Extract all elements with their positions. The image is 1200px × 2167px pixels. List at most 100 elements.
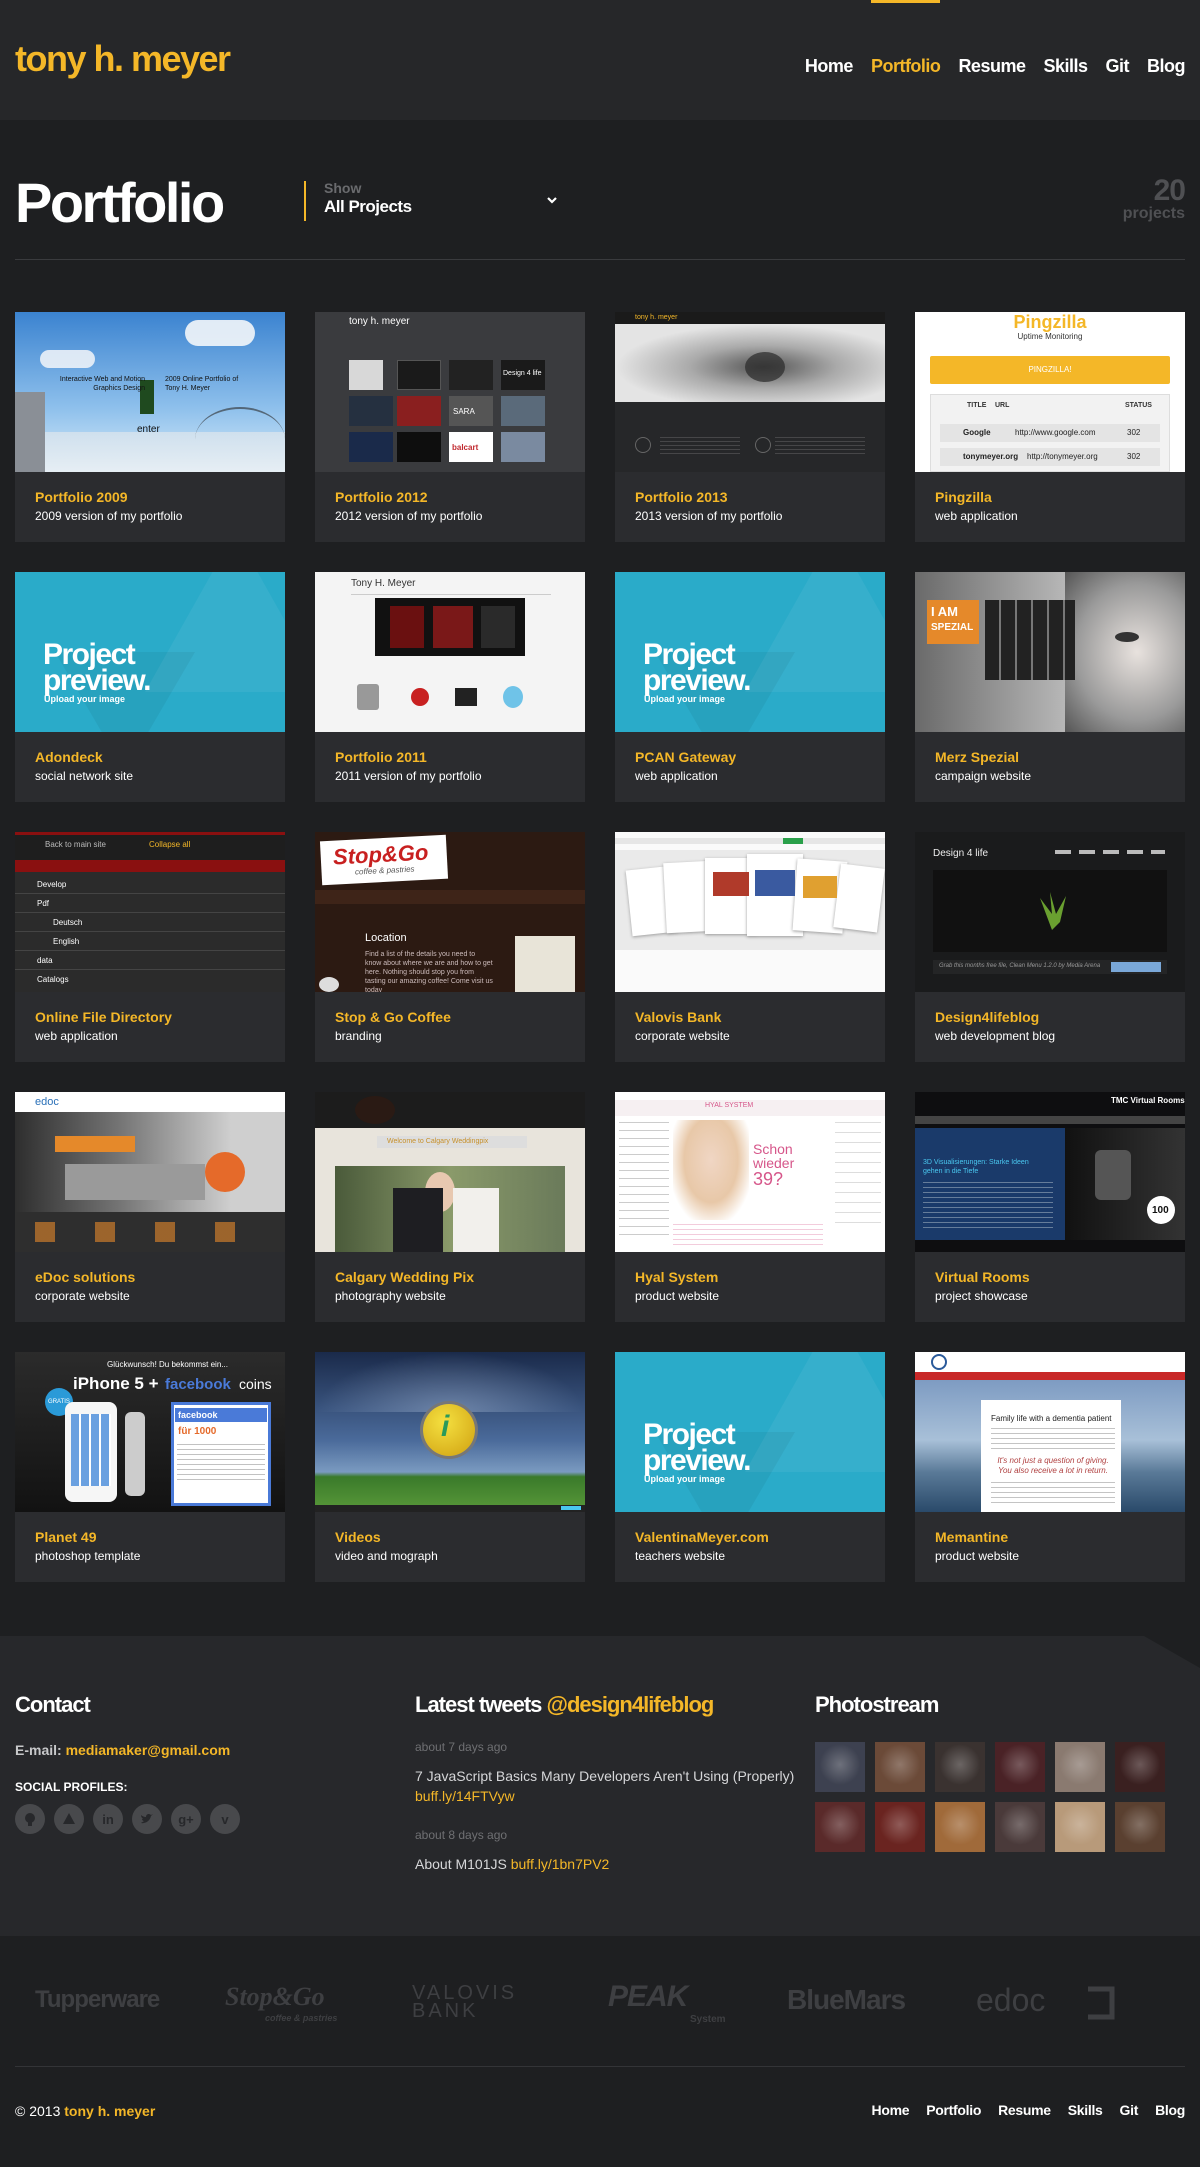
photostream-photo[interactable]: [815, 1802, 865, 1852]
project-card[interactable]: Design 4 life Grab this months free file…: [915, 832, 1185, 1062]
linkedin-icon[interactable]: in: [93, 1804, 123, 1834]
project-title: Videos: [335, 1529, 381, 1545]
project-card[interactable]: Back to main site Collapse all Develop P…: [15, 832, 285, 1062]
site-logo[interactable]: tony h. meyer: [15, 38, 231, 80]
nav-git[interactable]: Git: [1106, 56, 1130, 77]
project-thumbnail: tony h. meyer Design 4 life SARA balcart: [315, 312, 585, 472]
thumb-text: iPhone 5 +: [73, 1374, 159, 1393]
project-card[interactable]: Interactive Web and Motion Graphics Desi…: [15, 312, 285, 542]
footer-nav-blog[interactable]: Blog: [1155, 2102, 1185, 2118]
thumb-text: SARA: [453, 407, 475, 416]
thumb-text: facebook: [178, 1410, 218, 1420]
site-header: tony h. meyer Home Portfolio Resume Skil…: [0, 0, 1200, 120]
project-card[interactable]: tony h. meyer Portfolio 2013 2013 versio…: [615, 312, 885, 542]
twitter-icon[interactable]: [132, 1804, 162, 1834]
thumb-text: facebook: [165, 1376, 231, 1393]
thumb-text: Develop: [37, 880, 67, 889]
tweet-date: about 7 days ago: [415, 1740, 508, 1754]
main-nav: Home Portfolio Resume Skills Git Blog: [805, 0, 1186, 77]
nav-resume[interactable]: Resume: [958, 56, 1026, 77]
project-title: eDoc solutions: [35, 1269, 136, 1285]
nav-skills[interactable]: Skills: [1043, 56, 1088, 77]
project-card[interactable]: Family life with a dementia patient It's…: [915, 1352, 1185, 1582]
project-thumbnail: Back to main site Collapse all Develop P…: [15, 832, 285, 992]
email-label: E-mail:: [15, 1742, 62, 1758]
thumb-text: Collapse all: [149, 840, 191, 849]
thumb-text: Find a list of the details you need to k…: [365, 951, 493, 992]
twitter-handle-link[interactable]: @design4lifeblog: [547, 1692, 715, 1717]
copyright: © 2013 tony h. meyer: [15, 2103, 156, 2119]
photostream-photo[interactable]: [1115, 1802, 1165, 1852]
nav-home[interactable]: Home: [805, 56, 854, 77]
project-card[interactable]: Welcome to Calgary Weddingpix Calgary We…: [315, 1092, 585, 1322]
thumb-text: Uptime Monitoring: [1017, 332, 1083, 341]
thumb-text: tony h. meyer: [349, 316, 410, 327]
footer-nav-resume[interactable]: Resume: [998, 2102, 1051, 2118]
vimeo-icon[interactable]: v: [210, 1804, 240, 1834]
project-card[interactable]: HYAL SYSTEM Schon wieder 39? Hyal System…: [615, 1092, 885, 1322]
project-title: ValentinaMeyer.com: [635, 1529, 769, 1545]
footer-nav-skills[interactable]: Skills: [1068, 2102, 1103, 2118]
nav-portfolio[interactable]: Portfolio: [870, 0, 941, 77]
project-card[interactable]: edoc eDoc solutions corporate website: [15, 1092, 285, 1322]
photostream-photo[interactable]: [995, 1802, 1045, 1852]
project-card[interactable]: Project preview. Upload your image Adonde…: [15, 572, 285, 802]
project-thumbnail: Glückwunsch! Du bekommst ein... iPhone 5…: [15, 1352, 285, 1512]
footer-nav-portfolio[interactable]: Portfolio: [926, 2102, 981, 2118]
project-card[interactable]: Glückwunsch! Du bekommst ein... iPhone 5…: [15, 1352, 285, 1582]
thumb-text: Schon: [753, 1141, 793, 1157]
photostream-photo[interactable]: [995, 1742, 1045, 1792]
photostream-photo[interactable]: [875, 1742, 925, 1792]
photostream-photo[interactable]: [1055, 1742, 1105, 1792]
thumb-text: URL: [995, 402, 1010, 409]
photostream-photo[interactable]: [1115, 1742, 1165, 1792]
github-icon[interactable]: [15, 1804, 45, 1834]
project-card[interactable]: Pingzilla Uptime Monitoring PINGZILLA! T…: [915, 312, 1185, 542]
photostream-photo[interactable]: [875, 1802, 925, 1852]
project-title: Portfolio 2013: [635, 489, 728, 505]
preview-upload-text: Upload your image: [644, 694, 726, 704]
project-card[interactable]: Project preview. Upload your image PCAN G…: [615, 572, 885, 802]
tweet-link[interactable]: buff.ly/14FTVyw: [415, 1788, 515, 1804]
email-line: E-mail: mediamaker@gmail.com: [15, 1742, 395, 1758]
photostream-photo[interactable]: [935, 1742, 985, 1792]
photostream-photo[interactable]: [935, 1802, 985, 1852]
preview-upload-text: Upload your image: [44, 694, 126, 704]
project-card[interactable]: Tony H. Meyer Portfolio 2011 2011 versio…: [315, 572, 585, 802]
divider: [15, 2066, 1185, 2067]
portfolio-grid: Interactive Web and Motion Graphics Desi…: [15, 312, 1185, 1582]
project-thumbnail: Stop&Go coffee & pastries Location Find …: [315, 832, 585, 992]
tweet-date: about 8 days ago: [415, 1828, 508, 1842]
flickr-icon[interactable]: [54, 1804, 84, 1834]
project-thumbnail: Family life with a dementia patient It's…: [915, 1352, 1185, 1512]
thumb-text: TMC Virtual Rooms: [1111, 1096, 1185, 1105]
email-link[interactable]: mediamaker@gmail.com: [66, 1742, 231, 1758]
photostream-photo[interactable]: [1055, 1802, 1105, 1852]
social-links: in g+ v: [15, 1804, 395, 1834]
google-plus-icon[interactable]: g+: [171, 1804, 201, 1834]
footer-nav-home[interactable]: Home: [872, 2102, 910, 2118]
project-card[interactable]: TMC Virtual Rooms 3D Visualisierungen: S…: [915, 1092, 1185, 1322]
project-subtitle: 2013 version of my portfolio: [635, 509, 783, 523]
nav-blog[interactable]: Blog: [1147, 56, 1186, 77]
project-card[interactable]: Valovis Bank corporate website: [615, 832, 885, 1062]
project-title: Design4lifeblog: [935, 1009, 1040, 1025]
project-card[interactable]: Project preview. Upload your image Valent…: [615, 1352, 885, 1582]
project-filter-dropdown[interactable]: Show All Projects: [304, 181, 558, 221]
thumb-text: edoc: [35, 1096, 59, 1108]
footer-nav-git[interactable]: Git: [1120, 2102, 1139, 2118]
project-title: Hyal System: [635, 1269, 719, 1285]
thumb-text: Location: [365, 932, 407, 944]
photostream-photo[interactable]: [815, 1742, 865, 1792]
tweet-link[interactable]: buff.ly/1bn7PV2: [511, 1856, 610, 1872]
project-card[interactable]: I AM SPEZIAL Merz Spezial campaign websi…: [915, 572, 1185, 802]
project-card[interactable]: i Videos video and mograph: [315, 1352, 585, 1582]
preview-upload-text: Upload your image: [644, 1474, 726, 1484]
copyright-owner-link[interactable]: tony h. meyer: [64, 2103, 155, 2119]
thumb-text: Catalogs: [37, 975, 69, 984]
project-title: Online File Directory: [35, 1009, 172, 1025]
project-subtitle: video and mograph: [335, 1549, 438, 1563]
project-card[interactable]: Stop&Go coffee & pastries Location Find …: [315, 832, 585, 1062]
project-card[interactable]: tony h. meyer Design 4 life SARA balcart…: [315, 312, 585, 542]
project-thumbnail: Pingzilla Uptime Monitoring PINGZILLA! T…: [915, 312, 1185, 472]
